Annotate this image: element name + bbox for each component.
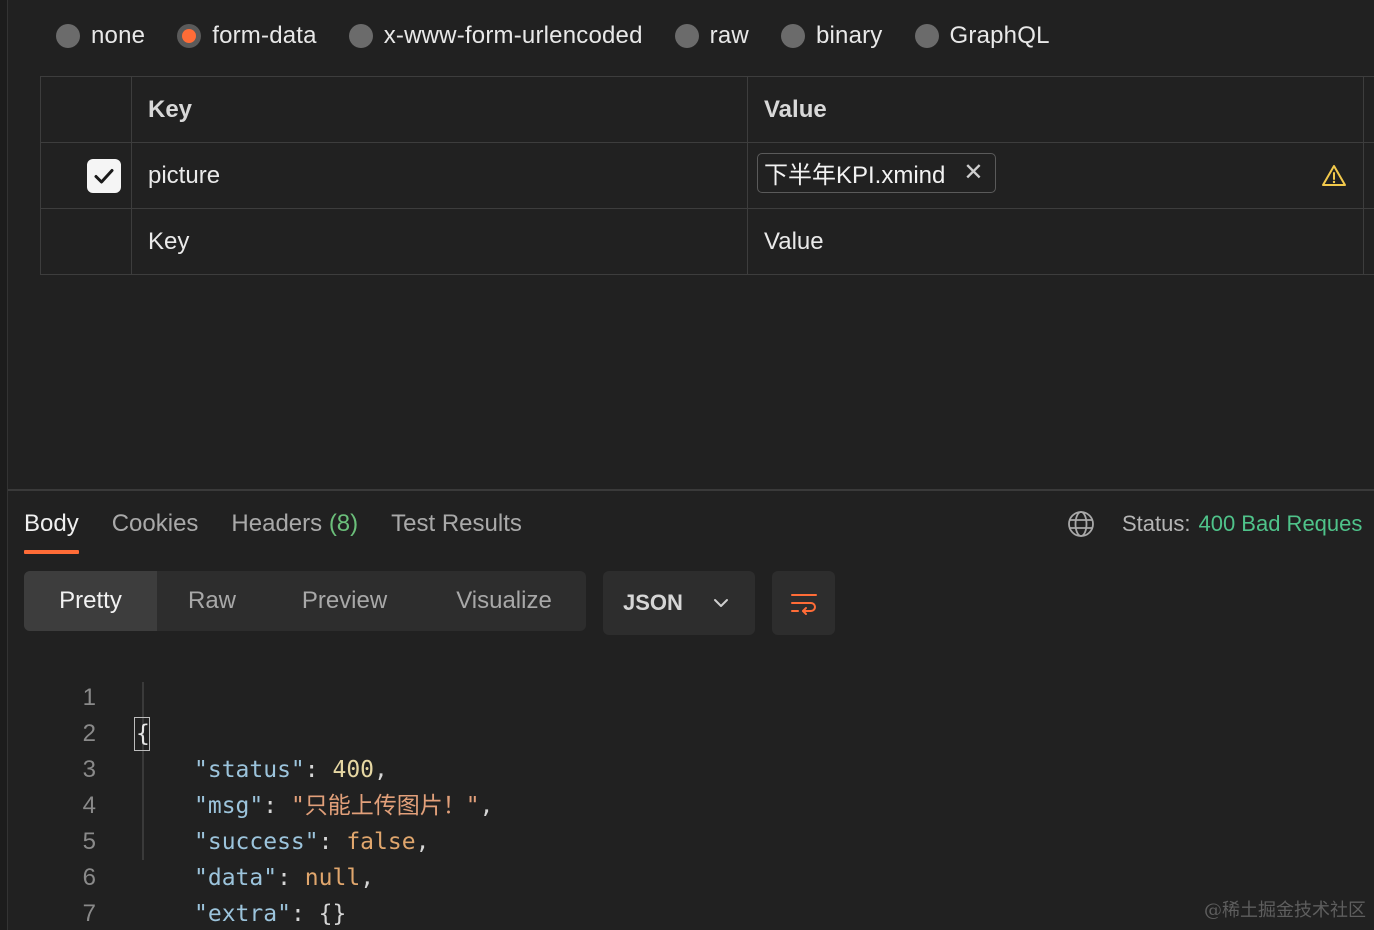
new-value-input[interactable]: Value [747, 208, 1364, 275]
view-pretty-button[interactable]: Pretty [24, 571, 157, 631]
header-value: Value [747, 76, 1364, 143]
file-chip: 下半年KPI.xmind ✕ [757, 152, 997, 193]
radio-label: GraphQL [949, 22, 1050, 49]
header-extra-cell [1363, 76, 1374, 143]
status-value[interactable]: 400 Bad Reques [1198, 511, 1362, 537]
json-key: "extra" [194, 901, 291, 927]
radio-raw[interactable]: raw [674, 22, 749, 50]
body-type-radio-group: none form-data x-www-form-urlencoded raw… [56, 18, 1082, 54]
response-status: Status: 400 Bad Reques [1066, 506, 1362, 542]
radio-graphql[interactable]: GraphQL [914, 22, 1050, 50]
code-line: 1 { [0, 644, 1374, 751]
format-select[interactable]: JSON [603, 571, 755, 635]
postman-window: none form-data x-www-form-urlencoded raw… [0, 0, 1374, 930]
radio-selected-icon [177, 24, 202, 48]
radio-label: binary [815, 22, 883, 49]
code-line: 6 "extra": {} [0, 824, 1374, 927]
code-line: 2 "status": 400, [0, 680, 1374, 783]
new-row-extra-cell [1363, 208, 1374, 275]
remove-file-icon[interactable]: ✕ [963, 160, 983, 185]
table-row-new: Key Value [40, 208, 1374, 275]
line-number: 7 [82, 900, 96, 927]
radio-icon [914, 24, 939, 48]
pane-divider[interactable] [8, 489, 1374, 491]
form-data-table: Key Value picture 下半年KPI.xmind ✕ Key Val… [40, 76, 1374, 275]
table-header-row: Key Value [40, 76, 1374, 143]
radio-binary[interactable]: binary [780, 22, 883, 50]
row-enabled-checkbox[interactable] [87, 158, 121, 193]
warning-icon[interactable] [1321, 163, 1347, 189]
header-key: Key [131, 76, 748, 143]
wrap-lines-button[interactable] [772, 571, 835, 635]
chevron-down-icon [714, 599, 728, 607]
code-content: "extra": {} [194, 901, 347, 927]
row-extra-cell [1363, 142, 1374, 209]
wrap-lines-icon [790, 594, 817, 615]
tab-body[interactable]: Body [24, 510, 79, 554]
radio-label: none [91, 22, 146, 49]
watermark: @稀土掘金技术社区 [1204, 900, 1366, 921]
table-row: picture 下半年KPI.xmind ✕ [40, 142, 1374, 209]
view-raw-button[interactable]: Raw [157, 571, 267, 631]
header-checkbox-cell [40, 76, 132, 143]
tab-headers-label: Headers [231, 510, 323, 537]
radio-icon [780, 24, 805, 48]
code-line: 4 "success": false, [0, 752, 1374, 855]
tab-test-results[interactable]: Test Results [391, 510, 522, 538]
view-visualize-button[interactable]: Visualize [422, 571, 586, 631]
radio-form-data[interactable]: form-data [177, 22, 317, 50]
new-row-checkbox-cell [40, 208, 132, 275]
radio-label: form-data [212, 22, 317, 49]
view-mode-segmented-control: Pretty Raw Preview Visualize [24, 571, 586, 631]
headers-count-badge: (8) [328, 510, 359, 537]
code-line: 7 } [0, 860, 1374, 927]
status-label: Status: [1122, 511, 1191, 536]
radio-icon [56, 24, 80, 48]
file-name: 下半年KPI.xmind [764, 162, 946, 189]
row-key-input[interactable]: picture [131, 142, 748, 209]
tab-headers[interactable]: Headers (8) [231, 510, 358, 538]
radio-x-www-form-urlencoded[interactable]: x-www-form-urlencoded [348, 22, 643, 50]
radio-icon [348, 24, 373, 48]
radio-label: x-www-form-urlencoded [383, 22, 643, 49]
code-line: 5 "data": null, [0, 788, 1374, 891]
globe-icon[interactable] [1066, 509, 1096, 539]
radio-icon [674, 24, 699, 48]
view-preview-button[interactable]: Preview [267, 571, 422, 631]
radio-none[interactable]: none [56, 22, 145, 50]
checkmark-icon [94, 168, 114, 183]
new-key-input[interactable]: Key [131, 208, 748, 275]
row-value-cell[interactable]: 下半年KPI.xmind ✕ [747, 142, 1364, 209]
tab-cookies[interactable]: Cookies [112, 510, 199, 538]
response-tabs: Body Cookies Headers (8) Test Results [24, 506, 555, 554]
code-line: 3 "msg": "只能上传图片！", [0, 716, 1374, 819]
response-code-viewer[interactable]: 1 { 2 "status": 400, 3 "msg": "只能上传图片！",… [0, 644, 1374, 927]
json-value: {} [318, 901, 347, 927]
format-select-value: JSON [623, 590, 683, 615]
radio-label: raw [709, 22, 749, 49]
row-checkbox-cell [40, 142, 132, 209]
